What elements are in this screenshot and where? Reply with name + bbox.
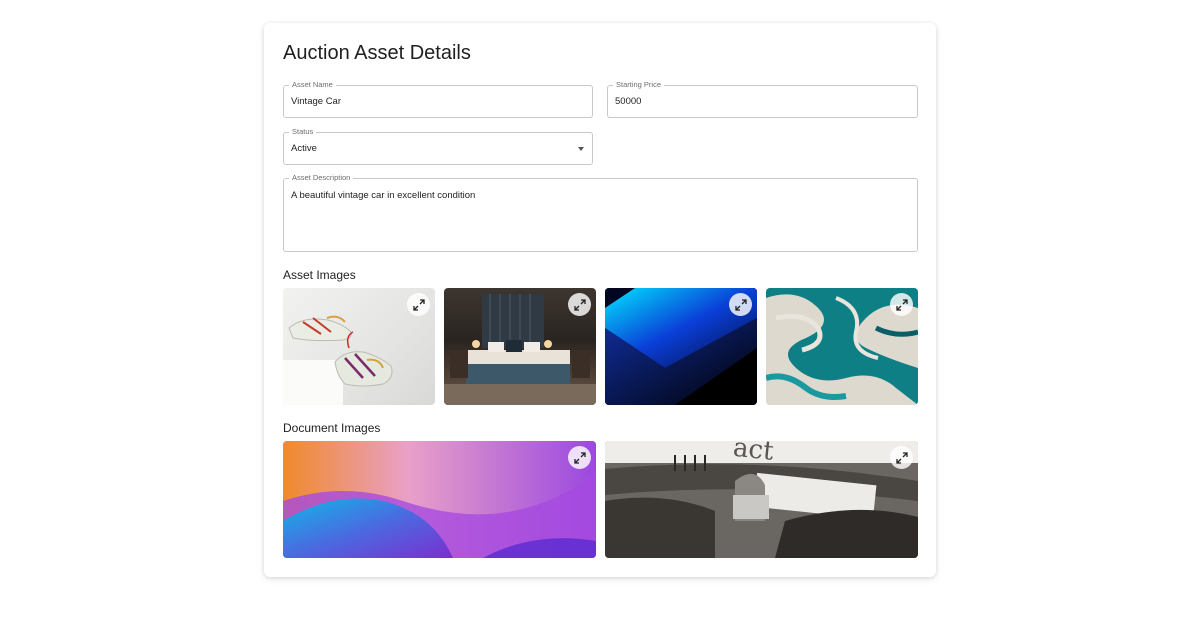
- asset-image-sneakers[interactable]: [283, 288, 435, 405]
- expand-icon: [573, 451, 586, 464]
- expand-icon: [412, 298, 425, 311]
- expand-button[interactable]: [568, 293, 591, 316]
- asset-image-teal-marble[interactable]: [766, 288, 918, 405]
- expand-icon: [895, 451, 908, 464]
- expand-button[interactable]: [890, 293, 913, 316]
- asset-image-blue-abstract[interactable]: [605, 288, 757, 405]
- expand-button[interactable]: [568, 446, 591, 469]
- document-images-heading: Document Images: [283, 421, 381, 435]
- document-image-purple-gradient[interactable]: [283, 441, 596, 558]
- asset-details-card: Auction Asset Details Asset Name Vintage…: [264, 23, 936, 577]
- asset-description-value: A beautiful vintage car in excellent con…: [291, 190, 476, 201]
- asset-images-heading: Asset Images: [283, 268, 356, 282]
- asset-description-field[interactable]: Asset Description A beautiful vintage ca…: [283, 173, 918, 252]
- purple-gradient-image: [283, 441, 596, 558]
- expand-button[interactable]: [407, 293, 430, 316]
- asset-name-label: Asset Name: [289, 80, 336, 90]
- status-label: Status: [289, 127, 317, 137]
- asset-name-field[interactable]: Asset Name Vintage Car: [283, 80, 593, 118]
- asset-name-value: Vintage Car: [291, 96, 341, 107]
- expand-button[interactable]: [729, 293, 752, 316]
- chevron-down-icon: [578, 147, 584, 151]
- svg-text:act: act: [732, 441, 776, 467]
- document-image-typewriter[interactable]: act: [605, 441, 918, 558]
- starting-price-value: 50000: [615, 96, 642, 107]
- status-value: Active: [291, 143, 317, 154]
- starting-price-label: Starting Price: [613, 80, 665, 90]
- expand-icon: [734, 298, 747, 311]
- typewriter-image: act: [605, 441, 918, 558]
- asset-image-bedroom[interactable]: [444, 288, 596, 405]
- asset-description-label: Asset Description: [289, 173, 354, 183]
- expand-button[interactable]: [890, 446, 913, 469]
- starting-price-field[interactable]: Starting Price 50000: [607, 80, 918, 118]
- status-select[interactable]: Status Active: [283, 127, 593, 165]
- page-title: Auction Asset Details: [283, 42, 471, 64]
- expand-icon: [895, 298, 908, 311]
- expand-icon: [573, 298, 586, 311]
